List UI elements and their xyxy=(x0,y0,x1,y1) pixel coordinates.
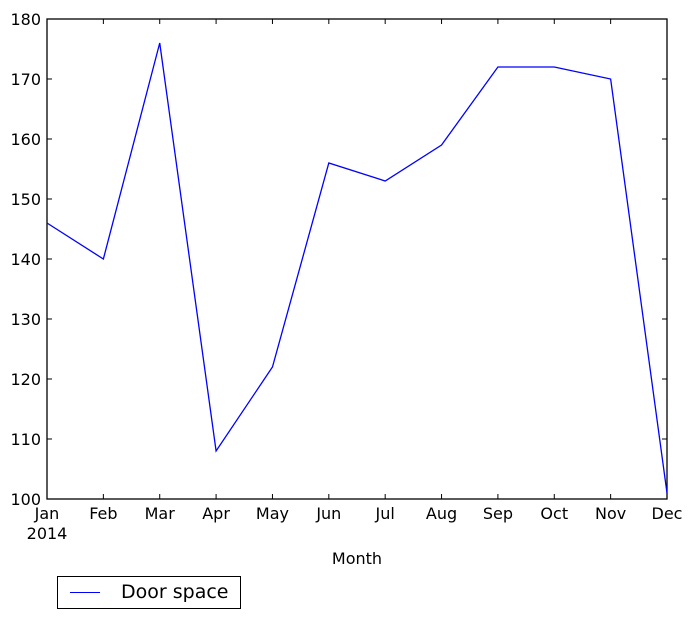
legend-label: Door space xyxy=(121,581,229,603)
x-tick-label: Jan xyxy=(34,504,60,523)
x-tick-label: Mar xyxy=(145,504,176,523)
x-tick-label: Oct xyxy=(540,504,568,523)
x-tick-label: May xyxy=(256,504,289,523)
x-tick-label: Aug xyxy=(426,504,457,523)
x-axis-title: Month xyxy=(332,549,382,568)
y-tick-label: 140 xyxy=(10,250,41,269)
y-tick-label: 180 xyxy=(10,10,41,29)
plot-area xyxy=(46,18,668,500)
y-tick-label: 170 xyxy=(10,70,41,89)
x-tick-year-label: 2014 xyxy=(27,524,68,543)
legend: Door space xyxy=(57,576,241,609)
y-tick-label: 150 xyxy=(10,190,41,209)
y-tick-label: 130 xyxy=(10,310,41,329)
y-tick-label: 160 xyxy=(10,130,41,149)
x-tick-label: Nov xyxy=(595,504,626,523)
x-tick-label: Jun xyxy=(315,504,341,523)
x-tick-label: Apr xyxy=(202,504,230,523)
line-chart: 100110120130140150160170180 Jan Feb Mar Apr… xyxy=(10,10,683,568)
plot-border xyxy=(46,18,668,500)
x-tick-label: Dec xyxy=(652,504,683,523)
y-tick-label: 120 xyxy=(10,370,41,389)
x-tick-label: Sep xyxy=(483,504,513,523)
x-tick-label: Jul xyxy=(375,504,395,523)
legend-line-swatch-icon xyxy=(70,592,100,593)
y-tick-label: 110 xyxy=(10,430,41,449)
x-tick-label: Feb xyxy=(89,504,117,523)
